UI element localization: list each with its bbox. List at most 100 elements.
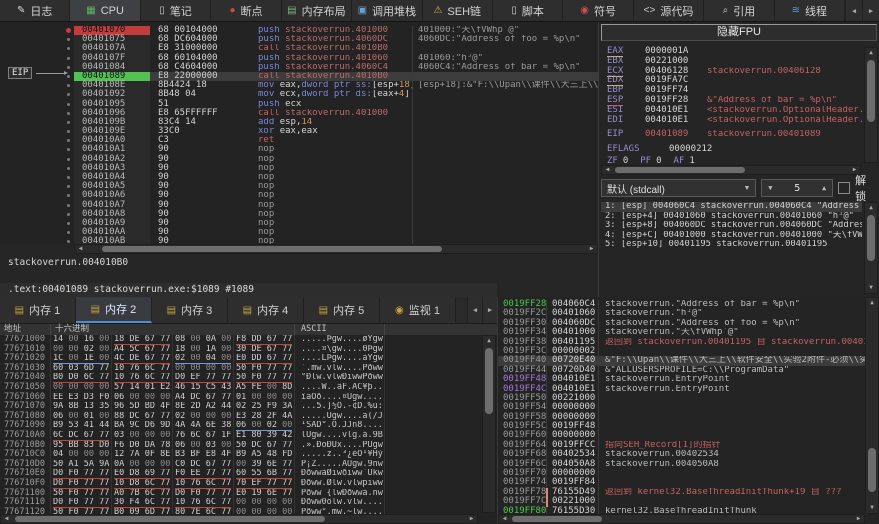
- toolbar-tab-memory-map[interactable]: ▤ 内存布局: [281, 0, 353, 21]
- breakpoint-gutter[interactable]: [0, 90, 74, 99]
- unlock-checkbox[interactable]: [838, 182, 851, 194]
- stack-comment: stackoverrun.EntryPoint: [598, 384, 865, 394]
- memory-row[interactable]: 776710A0 6C DC 67 77 03 00 00 00 76 6C 67 1…: [0, 430, 478, 441]
- memory-tab[interactable]: ▤ 内存 5: [304, 297, 380, 323]
- breakpoint-gutter[interactable]: [0, 100, 74, 109]
- memory-tab[interactable]: ▤ 内存 2: [76, 297, 152, 323]
- argument-row[interactable]: 5: [esp+10] 00401195 stackoverrun.004011…: [601, 240, 862, 250]
- memory-tab[interactable]: ▤ 内存 4: [228, 297, 304, 323]
- memory-row[interactable]: 776710C0 04 00 00 00 12 7A 0F 8E B3 BF E8 4…: [0, 450, 478, 460]
- scroll-thumb[interactable]: [867, 60, 875, 122]
- memory-row[interactable]: 77671020 1C 00 1E 00 4C DE 67 77 02 00 04 0…: [0, 354, 478, 364]
- argument-row[interactable]: 4: [esp+C] 00401000 stackoverrun.0040100…: [601, 231, 862, 241]
- breakpoint-gutter[interactable]: [0, 164, 74, 173]
- toolbar-tab-breakpoints[interactable]: ● 断点: [211, 0, 282, 21]
- breakpoint-gutter[interactable]: [0, 155, 74, 164]
- scroll-thumb[interactable]: [485, 348, 493, 414]
- breakpoint-gutter[interactable]: [0, 173, 74, 182]
- scroll-right-icon[interactable]: ▶: [853, 515, 864, 523]
- toolbar-tab-notes[interactable]: ▯ 笔记: [140, 0, 212, 21]
- argument-row[interactable]: 2: [esp+4] 00401060 stackoverrun.0040106…: [601, 212, 862, 222]
- breakpoint-gutter[interactable]: [0, 127, 74, 136]
- scroll-down-icon[interactable]: ▼: [865, 283, 877, 293]
- tab-scroll-left-icon[interactable]: ◀: [467, 297, 482, 323]
- breakpoint-gutter[interactable]: [0, 210, 74, 219]
- breakpoint-gutter[interactable]: [0, 201, 74, 210]
- breakpoint-gutter[interactable]: [0, 237, 74, 244]
- scroll-thumb[interactable]: [102, 246, 442, 252]
- toolbar-tab-seh[interactable]: ⚠ SEH链: [422, 0, 493, 21]
- tab-scroll-right-icon[interactable]: ▶: [862, 0, 879, 21]
- scroll-up-icon[interactable]: ▲: [865, 203, 877, 213]
- argument-row[interactable]: 3: [esp+8] 004060DC stackoverrun.004060D…: [601, 221, 862, 231]
- tab-scroll-left-icon[interactable]: ◀: [845, 0, 862, 21]
- scroll-up-icon[interactable]: ▲: [483, 336, 495, 346]
- toolbar-tab-references[interactable]: ⌕ 引用: [704, 0, 775, 21]
- toolbar-tab-call-stack[interactable]: ▣ 调用堆栈: [352, 0, 423, 21]
- breakpoint-gutter[interactable]: [0, 81, 74, 90]
- scroll-left-icon[interactable]: ◀: [602, 166, 613, 174]
- scroll-thumb[interactable]: [15, 516, 325, 522]
- memory-tab[interactable]: ▤ 内存 3: [152, 297, 228, 323]
- memory-row[interactable]: 776710D0 50 A1 5A 9A 0A 00 00 00 C0 DC 67 7…: [0, 459, 478, 470]
- scroll-thumb[interactable]: [868, 448, 876, 492]
- memory-tab[interactable]: ◉ 监视 1: [380, 297, 456, 323]
- scroll-down-icon[interactable]: ▼: [866, 503, 878, 513]
- argument-row[interactable]: 1: [esp] 004060C4 stackoverrun.004060C4 …: [601, 202, 862, 212]
- memory-row[interactable]: 77671000 14 00 16 00 18 DE 67 77 08 00 0A 0…: [0, 335, 478, 345]
- memory-row[interactable]: 77671110 D0 F0 77 77 30 F4 6C 77 10 76 6C 7…: [0, 498, 478, 508]
- memory-tab[interactable]: ▤ 内存 1: [0, 297, 76, 323]
- memory-row[interactable]: 77671090 B9 53 41 44 BA 9C D6 9D 4A 4A 6E 3…: [0, 421, 478, 431]
- breakpoint-gutter[interactable]: [0, 35, 74, 44]
- memory-row[interactable]: 776710E0 D0 F0 77 77 E0 D8 69 77 F0 EE 77 7…: [0, 469, 478, 479]
- memory-row[interactable]: 77671100 50 F0 77 77 A0 7B 6C 77 D0 F0 77 7…: [0, 488, 478, 499]
- breakpoint-gutter[interactable]: [0, 136, 74, 145]
- scroll-thumb[interactable]: [867, 215, 875, 261]
- breakpoint-gutter[interactable]: [0, 191, 74, 200]
- breakpoint-gutter[interactable]: [0, 109, 74, 118]
- toolbar-tab-symbols[interactable]: ◉ 符号: [563, 0, 634, 21]
- stepper-down-icon[interactable]: ▼: [762, 184, 778, 192]
- memory-row[interactable]: 77671050 00 00 00 00 57 14 01 E2 46 15 C5 4…: [0, 382, 478, 393]
- register-row[interactable]: EDI 004010E1 <stackoverrun.OptionalHeader.…: [607, 115, 862, 126]
- tab-scroll-right-icon[interactable]: ▶: [482, 297, 497, 323]
- toolbar-tab-script[interactable]: ▯ 脚本: [492, 0, 564, 21]
- scroll-up-icon[interactable]: ▲: [866, 298, 878, 308]
- memory-row[interactable]: 776710B0 95 BB 83 D0 F6 D0 DA 78 06 00 03 0…: [0, 440, 478, 451]
- scroll-left-icon[interactable]: ◀: [499, 515, 510, 523]
- breakpoint-gutter[interactable]: [0, 182, 74, 191]
- cpu-icon: ▦: [86, 4, 96, 16]
- memory-row[interactable]: 776710F0 D0 F0 77 77 10 D8 6C 77 10 76 6C 7…: [0, 478, 478, 489]
- hide-fpu-button[interactable]: 隐藏FPU: [601, 24, 877, 41]
- toolbar-tab-threads[interactable]: ≋ 线程: [774, 0, 846, 21]
- scroll-thumb[interactable]: [512, 516, 602, 522]
- breakpoint-gutter[interactable]: [0, 54, 74, 63]
- eflags-row[interactable]: EFLAGS 00000212: [607, 144, 862, 155]
- argument-count-stepper[interactable]: ▼ 5 ▲: [761, 179, 834, 197]
- memory-row[interactable]: 77671010 00 00 02 00 A4 5C 67 77 18 00 1A 0…: [0, 344, 478, 355]
- breakpoint-gutter[interactable]: [0, 219, 74, 228]
- scroll-up-icon[interactable]: ▲: [865, 48, 877, 58]
- scroll-right-icon[interactable]: ▶: [586, 245, 597, 253]
- breakpoint-gutter[interactable]: [0, 26, 74, 35]
- breakpoint-gutter[interactable]: [0, 145, 74, 154]
- scroll-left-icon[interactable]: ◀: [75, 245, 86, 253]
- stepper-up-icon[interactable]: ▲: [816, 184, 832, 192]
- breakpoint-gutter[interactable]: [0, 44, 74, 53]
- memory-row[interactable]: 77671080 06 00 01 00 88 DC 67 77 02 00 00 0…: [0, 411, 478, 422]
- scroll-right-icon[interactable]: ▶: [466, 515, 477, 523]
- memory-row[interactable]: 77671060 EE E3 D3 F0 06 00 00 00 A4 DC 67 7…: [0, 392, 478, 403]
- register-row[interactable]: EIP 00401089 stackoverrun.00401089: [607, 129, 862, 140]
- disasm-row[interactable]: 004010AB 90 nop: [0, 237, 598, 244]
- toolbar-tab-source[interactable]: <> 源代码: [633, 0, 705, 21]
- breakpoint-gutter[interactable]: [0, 118, 74, 127]
- toolbar-tab-cpu[interactable]: ▦ CPU: [70, 0, 141, 21]
- scroll-left-icon[interactable]: ◀: [1, 515, 12, 523]
- memory-row[interactable]: 77671070 9A 8B 13 35 96 5D BD 4F 8E 2D A2 4…: [0, 402, 478, 412]
- toolbar-tab-log[interactable]: ✎ 日志: [0, 0, 71, 21]
- scroll-thumb[interactable]: [615, 167, 745, 173]
- memory-row[interactable]: 77671030 60 03 6D 77 10 76 6C 77 00 00 00 0…: [0, 363, 478, 374]
- calling-convention-dropdown[interactable]: 默认 (stdcall) ▼: [601, 179, 757, 197]
- memory-row[interactable]: 77671040 B0 D0 6C 77 10 76 6C 77 D0 EF 77 7…: [0, 373, 478, 383]
- breakpoint-gutter[interactable]: [0, 228, 74, 237]
